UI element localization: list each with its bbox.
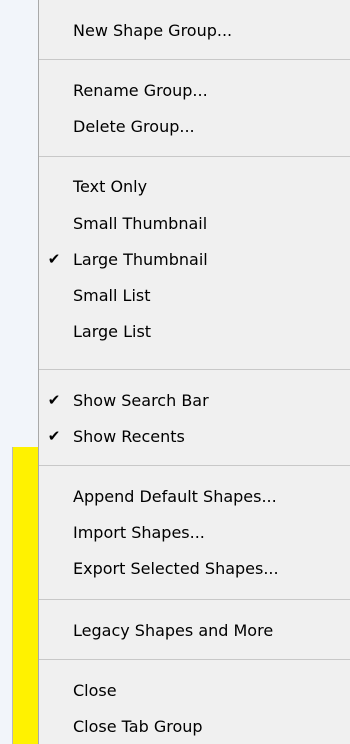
menu-item-show-search-bar[interactable]: ✔ Show Search Bar (39, 385, 350, 415)
menu-item-label: Large List (73, 321, 152, 341)
menu-item-show-recents[interactable]: ✔ Show Recents (39, 421, 350, 451)
menu-item-rename-group[interactable]: Rename Group... (39, 75, 350, 105)
menu-item-label: Legacy Shapes and More (73, 620, 274, 640)
checkmark-icon: ✔ (47, 427, 61, 445)
menu-separator (39, 659, 350, 660)
menu-item-import-shapes[interactable]: Import Shapes... (39, 517, 350, 547)
menu-item-label: Delete Group... (73, 116, 195, 136)
menu-separator (39, 156, 350, 157)
menu-item-label: Close Tab Group (73, 716, 203, 736)
checkmark-icon: ✔ (47, 391, 61, 409)
checkmark-icon: ✔ (47, 250, 61, 268)
menu-item-label: Large Thumbnail (73, 249, 208, 269)
menu-item-label: Rename Group... (73, 80, 208, 100)
menu-item-text-only[interactable]: Text Only (39, 171, 350, 201)
menu-item-label: Export Selected Shapes... (73, 558, 279, 578)
menu-item-label: Text Only (73, 176, 148, 196)
menu-separator (39, 369, 350, 370)
menu-item-label: Append Default Shapes... (73, 486, 277, 506)
yellow-highlighted-panel (12, 447, 38, 744)
menu-item-small-thumbnail[interactable]: Small Thumbnail (39, 208, 350, 238)
menu-item-label: New Shape Group... (73, 20, 233, 40)
menu-item-small-list[interactable]: Small List (39, 280, 350, 310)
menu-item-close[interactable]: Close (39, 675, 350, 705)
menu-item-new-shape-group[interactable]: New Shape Group... (39, 15, 350, 45)
menu-item-label: Show Search Bar (73, 390, 209, 410)
menu-item-large-thumbnail[interactable]: ✔ Large Thumbnail (39, 244, 350, 274)
menu-item-delete-group[interactable]: Delete Group... (39, 111, 350, 141)
menu-item-label: Import Shapes... (73, 522, 205, 542)
menu-item-export-selected-shapes[interactable]: Export Selected Shapes... (39, 553, 350, 583)
menu-item-legacy-shapes-and-more[interactable]: Legacy Shapes and More (39, 615, 350, 645)
menu-item-label: Close (73, 680, 117, 700)
menu-item-close-tab-group[interactable]: Close Tab Group (39, 711, 350, 741)
menu-item-large-list[interactable]: Large List (39, 316, 350, 346)
context-menu: New Shape Group... Rename Group... Delet… (38, 0, 350, 744)
menu-item-append-default-shapes[interactable]: Append Default Shapes... (39, 481, 350, 511)
menu-item-label: Small Thumbnail (73, 213, 208, 233)
menu-separator (39, 59, 350, 60)
menu-item-label: Show Recents (73, 426, 185, 446)
menu-separator (39, 465, 350, 466)
menu-item-label: Small List (73, 285, 151, 305)
menu-separator (39, 599, 350, 600)
